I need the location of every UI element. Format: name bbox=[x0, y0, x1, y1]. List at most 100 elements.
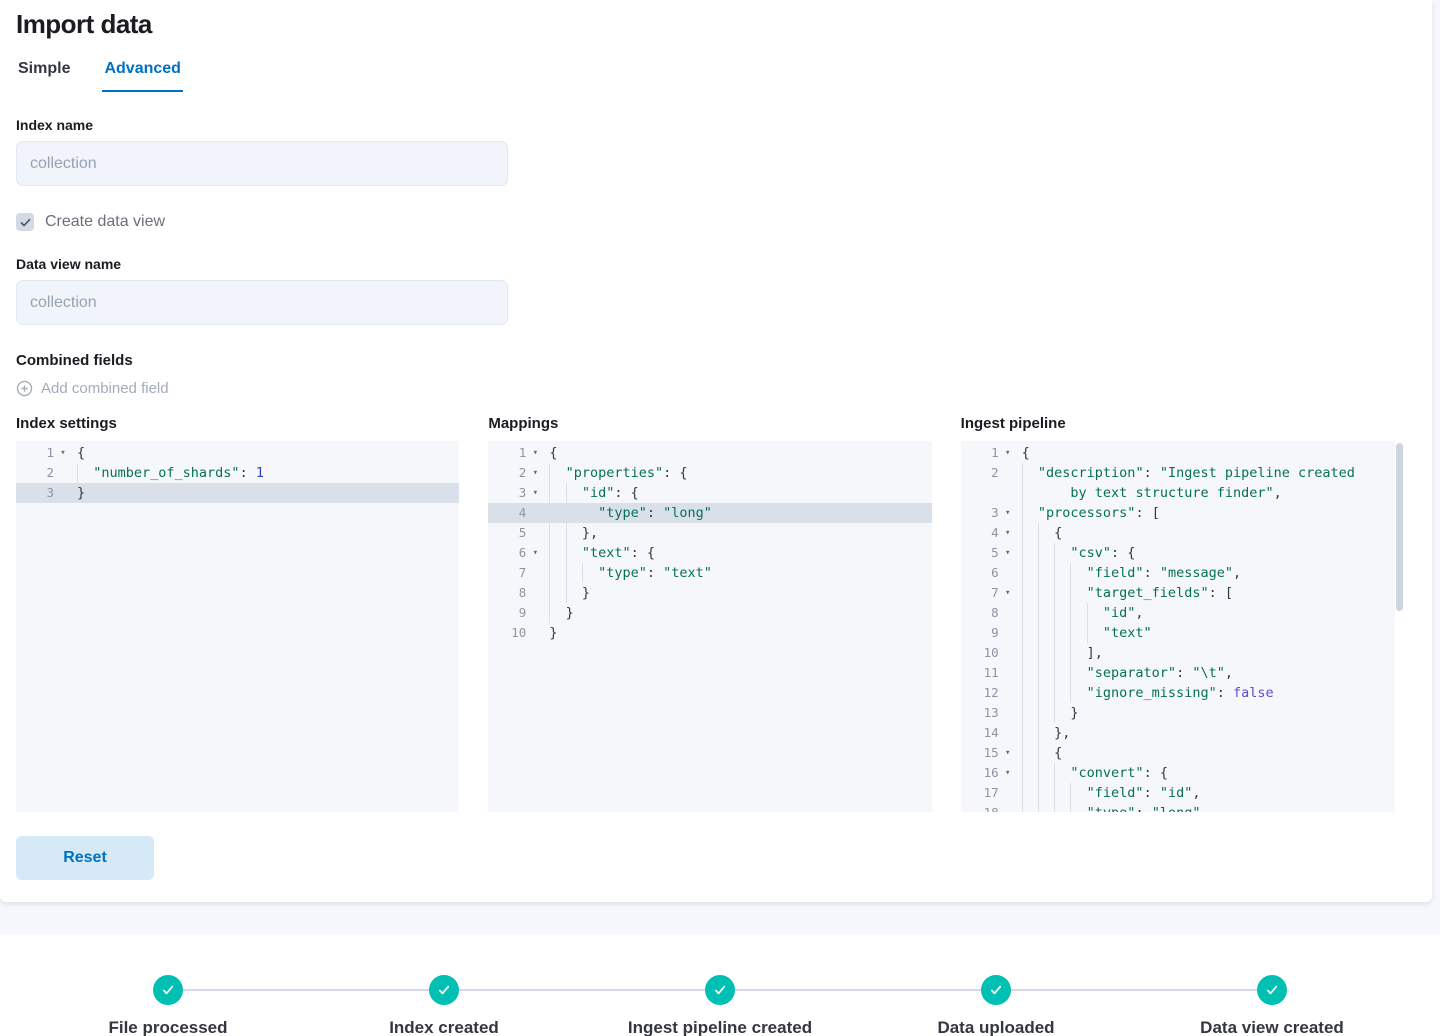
indent-guide bbox=[1021, 663, 1038, 683]
fold-arrow-icon[interactable]: ▾ bbox=[999, 523, 1017, 543]
mappings-title: Mappings bbox=[488, 415, 559, 432]
indent-guide bbox=[1021, 503, 1038, 523]
indent-guide bbox=[1070, 623, 1086, 643]
editor-scrollbar[interactable] bbox=[1395, 441, 1404, 812]
indent-guide bbox=[1037, 683, 1054, 703]
line-gutter: 13 bbox=[983, 705, 999, 720]
line-gutter: 14 bbox=[983, 725, 999, 740]
index-settings-title: Index settings bbox=[16, 415, 117, 432]
line-gutter: 6 bbox=[991, 565, 999, 580]
step-complete-check-icon bbox=[429, 975, 459, 1005]
line-gutter: 4 ▾ bbox=[961, 523, 1017, 543]
indent-guide bbox=[1037, 723, 1054, 743]
fold-arrow-icon[interactable]: ▾ bbox=[526, 443, 544, 463]
indent-guide bbox=[1070, 563, 1086, 583]
step-complete-check-icon bbox=[153, 975, 183, 1005]
indent-guide bbox=[549, 523, 565, 543]
ingest-pipeline-code-editor[interactable]: 1 ▾{2 "description": "Ingest pipeline crea… bbox=[960, 441, 1404, 812]
code-line: 9 "text" bbox=[961, 623, 1404, 643]
mappings-editor: Mappings 1 ▾{2 ▾ "properties": {3 ▾ "id": {4 "… bbox=[488, 415, 932, 812]
fold-arrow-icon[interactable]: ▾ bbox=[999, 763, 1017, 783]
fold-arrow-icon[interactable]: ▾ bbox=[526, 483, 544, 503]
code-line: 1 ▾{ bbox=[961, 443, 1404, 463]
indent-guide bbox=[1070, 643, 1086, 663]
indent-guide bbox=[1021, 743, 1038, 763]
line-gutter: 3 bbox=[46, 485, 54, 500]
line-gutter bbox=[961, 483, 1017, 503]
code-line: 2 "description": "Ingest pipeline created bbox=[961, 463, 1404, 483]
tab-advanced[interactable]: Advanced bbox=[102, 52, 183, 92]
tab-simple[interactable]: Simple bbox=[16, 52, 72, 92]
index-name-input[interactable] bbox=[16, 141, 508, 186]
code-line: 14}, bbox=[961, 723, 1404, 743]
line-gutter: 15 ▾ bbox=[961, 743, 1017, 763]
create-data-view-checkbox[interactable] bbox=[16, 213, 34, 231]
code-line: 4 ▾{ bbox=[961, 523, 1404, 543]
line-gutter: 7 bbox=[518, 565, 527, 580]
data-view-name-input[interactable] bbox=[16, 280, 508, 325]
indent-guide bbox=[1054, 603, 1070, 623]
indent-guide bbox=[549, 483, 565, 503]
step-complete-check-icon bbox=[705, 975, 735, 1005]
indent-guide bbox=[1070, 783, 1086, 803]
line-gutter: 4 bbox=[518, 505, 527, 520]
line-gutter: 2 bbox=[991, 465, 999, 480]
scrollbar-thumb[interactable] bbox=[1396, 443, 1403, 611]
indent-guide bbox=[1037, 803, 1054, 812]
indent-guide bbox=[1021, 723, 1038, 743]
indent-guide bbox=[1070, 583, 1086, 603]
add-combined-field-label: Add combined field bbox=[41, 380, 169, 397]
fold-arrow-icon[interactable]: ▾ bbox=[526, 543, 544, 563]
indent-guide bbox=[1037, 623, 1054, 643]
mappings-code-editor[interactable]: 1 ▾{2 ▾ "properties": {3 ▾ "id": {4 "type": "l… bbox=[488, 441, 932, 812]
fold-arrow-icon[interactable]: ▾ bbox=[999, 443, 1017, 463]
indent-guide bbox=[1054, 643, 1070, 663]
ingest-pipeline-editor: Ingest pipeline 1 ▾{2 "description": "Inge… bbox=[960, 415, 1404, 812]
indent-guide bbox=[1037, 663, 1054, 683]
indent-guide bbox=[565, 583, 582, 603]
indent-guide bbox=[1021, 643, 1038, 663]
code-line: 8} bbox=[488, 583, 931, 603]
fold-arrow-icon[interactable]: ▾ bbox=[54, 443, 72, 463]
index-settings-code-editor[interactable]: 1 ▾{2 "number_of_shards": 1 3} bbox=[16, 441, 460, 812]
index-name-label: Index name bbox=[16, 117, 94, 133]
line-gutter: 3 ▾ bbox=[961, 503, 1017, 523]
add-combined-field-button[interactable]: Add combined field bbox=[16, 380, 169, 397]
code-line: 5 ▾ "csv": { bbox=[961, 543, 1404, 563]
plus-in-circle-icon bbox=[16, 380, 33, 397]
indent-guide bbox=[1054, 783, 1070, 803]
code-line: 7 "type": "text" bbox=[488, 563, 931, 583]
indent-guide bbox=[1037, 583, 1054, 603]
code-line: 6 ▾ "text": { bbox=[488, 543, 931, 563]
indent-guide bbox=[1021, 803, 1038, 812]
line-gutter: 18 bbox=[961, 803, 1017, 812]
fold-arrow-icon[interactable]: ▾ bbox=[526, 463, 544, 483]
line-gutter: 1 ▾ bbox=[961, 443, 1017, 463]
line-gutter: 2 ▾ bbox=[488, 463, 544, 483]
indent-guide bbox=[1021, 763, 1038, 783]
step-data-uploaded: Data uploaded bbox=[858, 975, 1134, 1036]
code-line: 10} bbox=[488, 623, 931, 643]
create-data-view-label: Create data view bbox=[45, 213, 166, 230]
code-line-active: 4 "type": "long" bbox=[488, 503, 932, 523]
code-line: 13} bbox=[961, 703, 1404, 723]
indent-guide bbox=[1054, 803, 1070, 812]
editors: Index settings 1 ▾{2 "number_of_shards": 1… bbox=[16, 415, 1404, 812]
code-line: 16 ▾ "convert": { bbox=[961, 763, 1404, 783]
fold-arrow-icon[interactable]: ▾ bbox=[999, 583, 1017, 603]
reset-button[interactable]: Reset bbox=[16, 836, 154, 880]
create-data-view-row[interactable]: Create data view bbox=[16, 213, 1404, 231]
fold-arrow-icon[interactable]: ▾ bbox=[999, 543, 1017, 563]
indent-guide bbox=[1054, 763, 1070, 783]
fold-arrow-icon[interactable]: ▾ bbox=[999, 743, 1017, 763]
indent-guide bbox=[1037, 643, 1054, 663]
fold-arrow-icon[interactable]: ▾ bbox=[999, 503, 1017, 523]
line-gutter: 10 bbox=[511, 625, 527, 640]
indent-guide bbox=[565, 563, 582, 583]
code-line: 17 "field": "id", bbox=[961, 783, 1404, 803]
indent-guide bbox=[1054, 623, 1070, 643]
code-line: 1 ▾{ bbox=[16, 443, 459, 463]
indent-guide bbox=[1037, 703, 1054, 723]
indent-guide bbox=[581, 563, 598, 583]
indent-guide bbox=[1021, 583, 1038, 603]
